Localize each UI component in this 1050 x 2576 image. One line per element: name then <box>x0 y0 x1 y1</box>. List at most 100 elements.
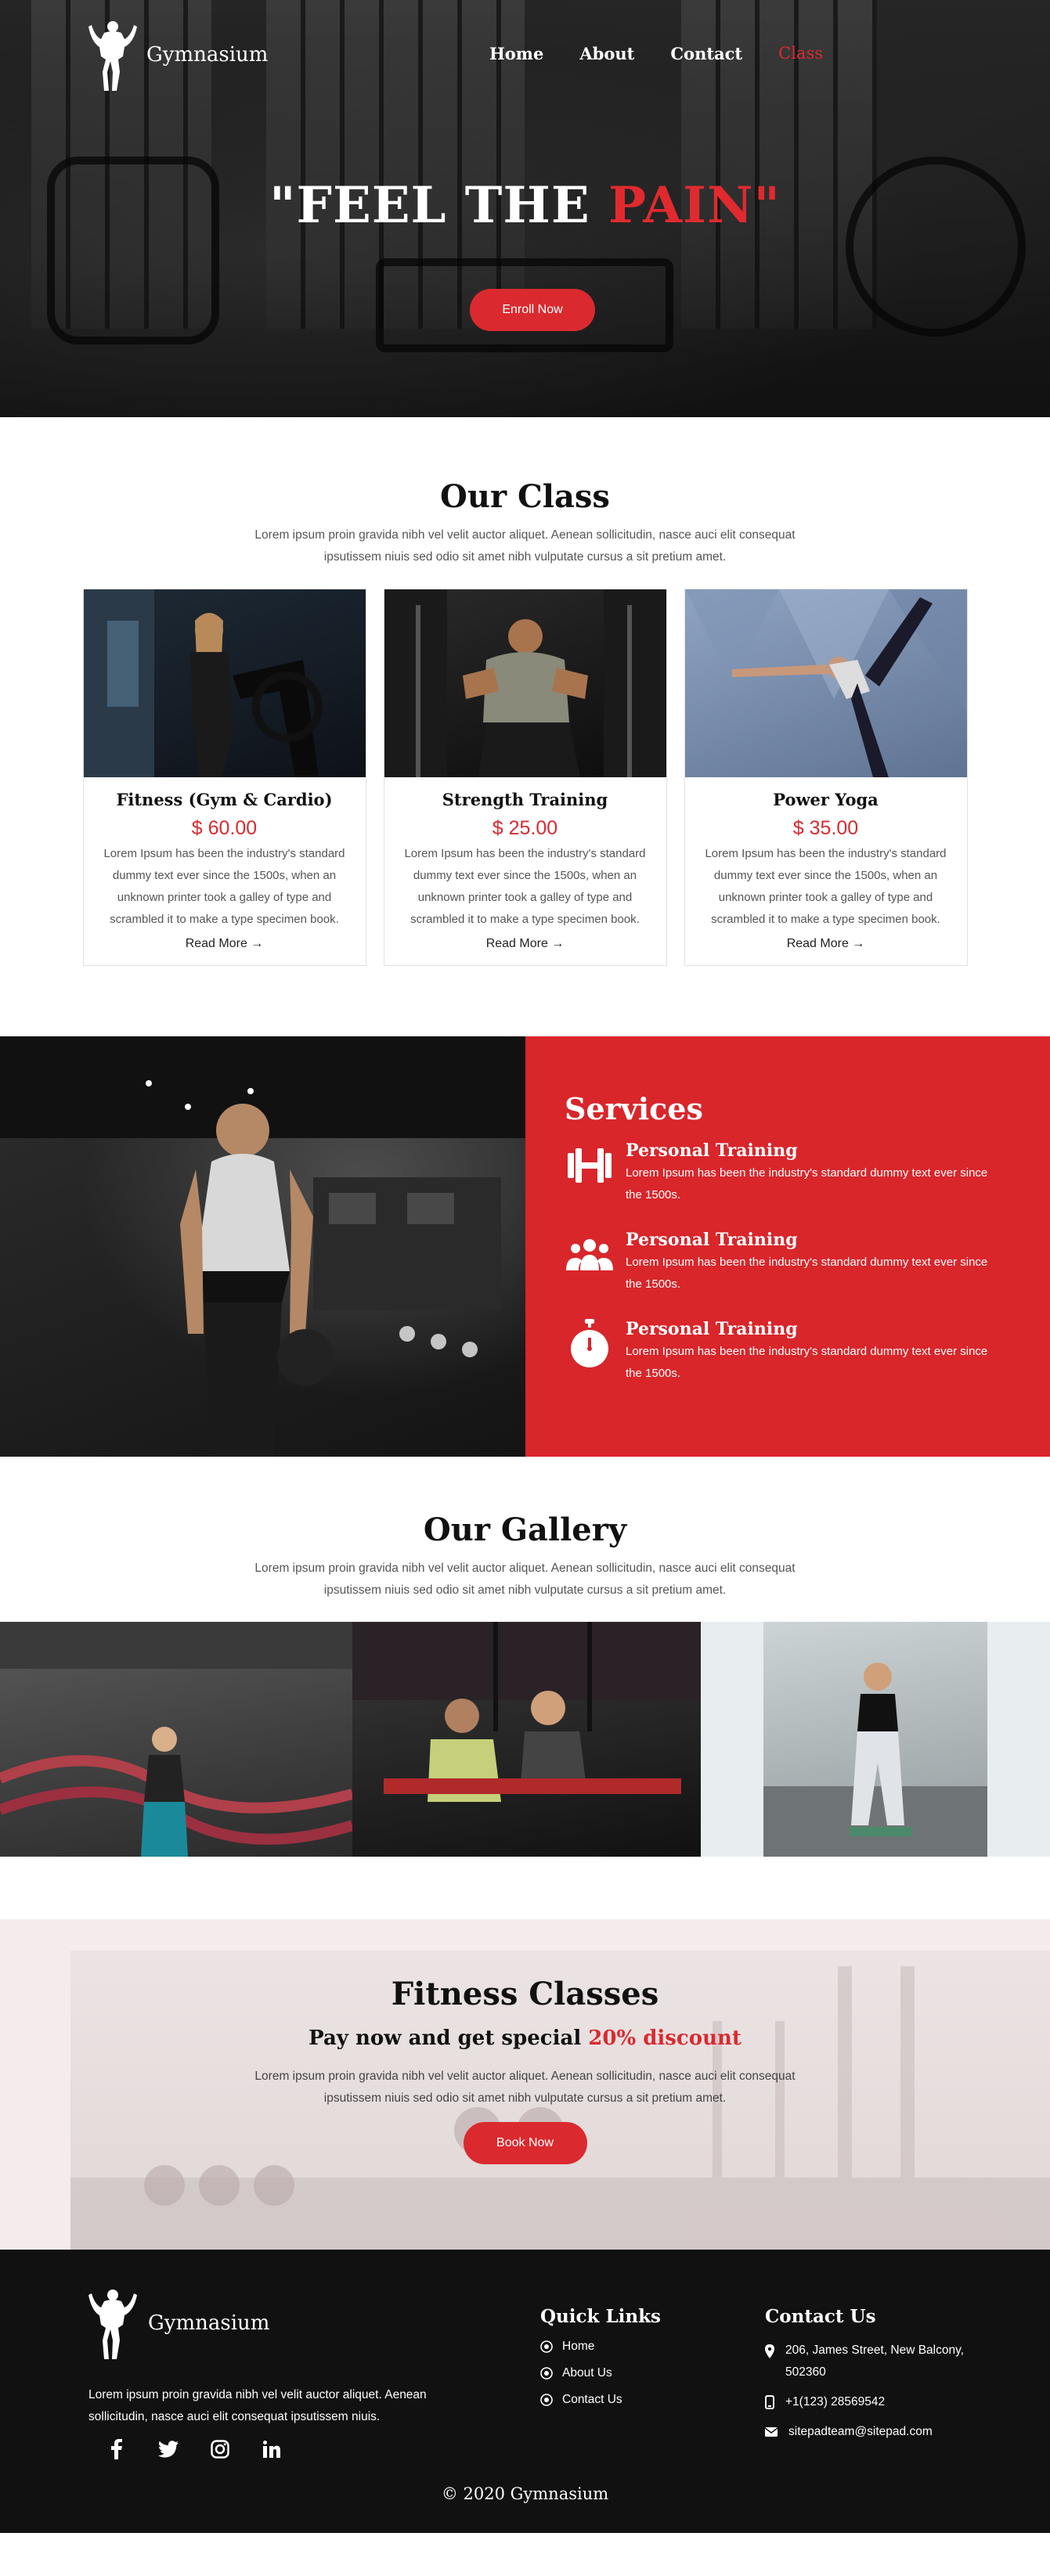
envelope-icon <box>765 2427 778 2437</box>
hero-title-white: "FEEL THE <box>269 176 608 235</box>
service-text: Lorem Ipsum has been the industry's stan… <box>626 1166 988 1202</box>
class-card-text: Lorem Ipsum has been the industry's stan… <box>705 847 947 926</box>
brand-logo[interactable]: Gymnasium <box>88 16 268 94</box>
users-icon <box>565 1230 615 1280</box>
service-title: Personal Training <box>626 1319 798 1339</box>
battle-ropes-image-icon <box>0 1622 352 1857</box>
book-now-button[interactable]: Book Now <box>463 2122 587 2164</box>
nav-home[interactable]: Home <box>489 44 543 63</box>
footer: Gymnasium Lorem ipsum proin gravida nibh… <box>0 2250 1050 2533</box>
instagram-icon[interactable] <box>210 2439 230 2459</box>
footer-link-label: Contact Us <box>562 2393 622 2406</box>
stopwatch-icon <box>565 1319 615 1369</box>
fitness-title: Fitness Classes <box>391 1976 659 2012</box>
quick-links: Quick Links Home About Us Contact Us <box>540 2306 661 2419</box>
service-text: Lorem Ipsum has been the industry's stan… <box>626 1256 988 1291</box>
service-item: Personal Training Lorem Ipsum has been t… <box>565 1319 1050 1385</box>
service-title: Personal Training <box>626 1230 798 1250</box>
section-title: Our Class <box>440 478 610 515</box>
class-card[interactable]: Fitness (Gym & Cardio) $ 60.00 Lorem Ips… <box>82 589 366 966</box>
nav-about[interactable]: About <box>579 44 634 63</box>
read-more-link[interactable]: Read More → <box>186 937 264 951</box>
footer-link-home[interactable]: Home <box>540 2340 661 2354</box>
class-card[interactable]: Strength Training $ 25.00 Lorem Ipsum ha… <box>383 589 667 966</box>
service-item: Personal Training Lorem Ipsum has been t… <box>565 1140 1050 1206</box>
class-card-title: Fitness (Gym & Cardio) <box>116 790 333 809</box>
gallery-image[interactable] <box>0 1622 352 1857</box>
circle-arrow-icon <box>540 2367 553 2380</box>
circle-arrow-icon <box>540 2394 553 2406</box>
woman-cardio-image-icon <box>83 589 323 777</box>
bodybuilder-logo-icon <box>88 21 137 91</box>
woman-yoga-image-icon <box>684 589 967 777</box>
gallery-image[interactable] <box>352 1622 701 1857</box>
class-card-price: $ 60.00 <box>191 817 258 839</box>
brand-name: Gymnasium <box>146 43 269 67</box>
quick-links-title: Quick Links <box>540 2306 661 2327</box>
class-cards: Fitness (Gym & Cardio) $ 60.00 Lorem Ips… <box>0 589 1050 966</box>
class-card-title: Power Yoga <box>773 790 879 809</box>
hero-banner: Gymnasium Home About Contact Class "FEEL… <box>0 0 1050 417</box>
section-title: Our Gallery <box>423 1511 627 1548</box>
map-pin-icon <box>765 2344 774 2358</box>
services-section: Services Personal Training Lorem Ipsum h… <box>0 1036 1050 1457</box>
discount-highlight: 20% discount <box>588 2027 741 2050</box>
enroll-now-button[interactable]: Enroll Now <box>470 289 595 331</box>
class-card-image <box>684 589 967 777</box>
footer-link-label: Home <box>562 2340 595 2353</box>
contact-phone[interactable]: +1(123) 28569542 <box>765 2391 992 2413</box>
read-more-link[interactable]: Read More → <box>787 937 865 951</box>
service-title: Personal Training <box>626 1140 798 1161</box>
nav-class[interactable]: Class <box>778 44 823 63</box>
footer-brand-name: Gymnasium <box>148 2311 270 2335</box>
gallery-grid <box>0 1622 1050 1857</box>
trx-training-image-icon <box>352 1622 701 1802</box>
class-card-price: $ 35.00 <box>792 817 859 839</box>
main-nav: Home About Contact Class <box>489 44 823 63</box>
navbar: Gymnasium Home About Contact Class <box>0 0 1050 102</box>
class-card-image <box>384 589 666 777</box>
class-card-title: Strength Training <box>442 790 608 809</box>
contact-address: 206, James Street, New Balcony, 502360 <box>765 2340 992 2383</box>
footer-link-about[interactable]: About Us <box>540 2366 661 2380</box>
class-card-price: $ 25.00 <box>492 817 558 839</box>
class-card-text: Lorem Ipsum has been the industry's stan… <box>103 847 345 926</box>
copyright: © 2020 Gymnasium <box>441 2484 609 2503</box>
class-card[interactable]: Power Yoga $ 35.00 Lorem Ipsum has been … <box>684 589 968 966</box>
twitter-icon[interactable] <box>158 2439 179 2459</box>
social-links <box>106 2439 282 2459</box>
linkedin-icon[interactable] <box>262 2439 282 2459</box>
gallery-section: Our Gallery Lorem ipsum proin gravida ni… <box>0 1457 1050 1857</box>
nav-contact[interactable]: Contact <box>670 44 742 63</box>
class-card-image <box>83 589 366 777</box>
footer-about-text: Lorem ipsum proin gravida nibh vel velit… <box>88 2388 427 2423</box>
bodybuilder-logo-icon <box>88 2290 137 2359</box>
facebook-icon[interactable] <box>106 2439 127 2459</box>
service-item: Personal Training Lorem Ipsum has been t… <box>565 1230 1050 1295</box>
man-strength-image-icon <box>384 589 666 777</box>
footer-logo[interactable]: Gymnasium <box>88 2284 269 2362</box>
contact-email-text: sitepadteam@sitepad.com <box>788 2425 933 2438</box>
services-image <box>0 1036 525 1457</box>
fitness-classes-section: Fitness Classes Pay now and get special … <box>0 1919 1050 2250</box>
services-panel: Services Personal Training Lorem Ipsum h… <box>525 1036 1050 1457</box>
service-text: Lorem Ipsum has been the industry's stan… <box>626 1345 988 1380</box>
contact-email[interactable]: sitepadteam@sitepad.com <box>765 2421 992 2443</box>
dumbbell-icon <box>565 1140 615 1191</box>
section-intro: Lorem ipsum proin gravida nibh vel velit… <box>254 528 796 564</box>
footer-link-label: About Us <box>562 2366 612 2380</box>
circle-arrow-icon <box>540 2340 553 2353</box>
services-title: Services <box>565 1091 703 1126</box>
contact-phone-text: +1(123) 28569542 <box>785 2395 886 2408</box>
fitness-subtitle: Pay now and get special 20% discount <box>0 2027 1050 2050</box>
hero-title-red: PAIN" <box>608 176 781 235</box>
hero-title: "FEEL THE PAIN" <box>0 176 1050 235</box>
contact-title: Contact Us <box>765 2306 876 2327</box>
our-class-section: Our Class Lorem ipsum proin gravida nibh… <box>0 417 1050 966</box>
fitness-text: Lorem ipsum proin gravida nibh vel velit… <box>254 2070 796 2105</box>
footer-link-contact[interactable]: Contact Us <box>540 2393 661 2407</box>
gallery-image[interactable] <box>701 1622 1050 1857</box>
read-more-link[interactable]: Read More → <box>486 937 565 951</box>
section-intro: Lorem ipsum proin gravida nibh vel velit… <box>254 1562 796 1597</box>
contact-address-text: 206, James Street, New Balcony, 502360 <box>785 2344 965 2379</box>
